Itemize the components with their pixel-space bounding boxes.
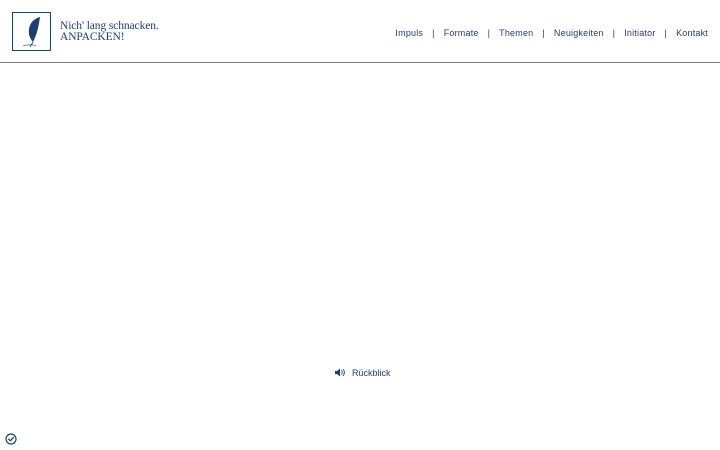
nav-item-formate[interactable]: Formate [444, 28, 479, 38]
main-nav: Impuls | Formate | Themen | Neuigkeiten … [395, 28, 708, 38]
nav-item-impuls[interactable]: Impuls [395, 28, 423, 38]
logo-box [12, 12, 51, 51]
speaker-icon [335, 368, 345, 377]
audio-label: Rückblick [352, 367, 391, 378]
audio-rueckblick-link[interactable]: Rückblick [334, 367, 391, 378]
nav-separator: | [542, 28, 545, 38]
logo-text: Nich' lang schnacken. ANPACKEN! [60, 20, 159, 43]
nav-item-themen[interactable]: Themen [499, 28, 533, 38]
logo-line-2: ANPACKEN! [60, 31, 125, 43]
logo-link[interactable]: Nich' lang schnacken. ANPACKEN! [12, 12, 159, 51]
site-header: Nich' lang schnacken. ANPACKEN! Impuls |… [0, 0, 720, 63]
nav-separator: | [432, 28, 435, 38]
nav-separator: | [612, 28, 616, 38]
quill-icon [22, 16, 40, 47]
nav-item-initiator[interactable]: Initiator [624, 28, 655, 38]
nav-separator: | [487, 28, 491, 38]
nav-item-neuigkeiten[interactable]: Neuigkeiten [554, 28, 604, 38]
cookie-consent-icon[interactable] [5, 433, 17, 445]
nav-separator: | [664, 28, 668, 38]
nav-item-kontakt[interactable]: Kontakt [676, 28, 708, 38]
page: Nich' lang schnacken. ANPACKEN! Impuls |… [0, 0, 720, 450]
